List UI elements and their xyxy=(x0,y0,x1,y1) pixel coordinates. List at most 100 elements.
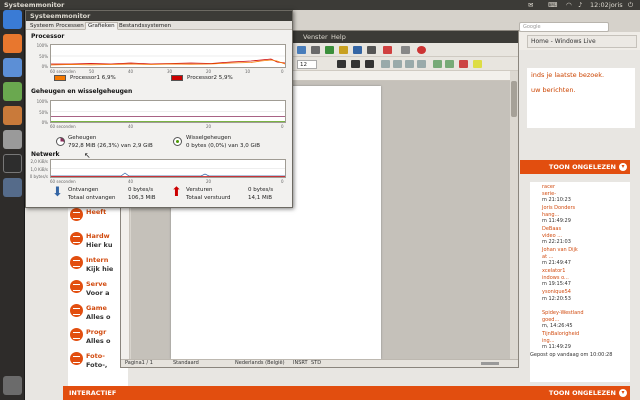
memory-pie-icon[interactable] xyxy=(56,137,65,146)
italic-icon[interactable] xyxy=(351,60,360,68)
download-arrow-icon[interactable]: ⬇ xyxy=(52,186,63,199)
category-title[interactable]: Game xyxy=(86,304,107,312)
recent-post-item[interactable]: DeBaas video ... m 22:21:03 xyxy=(542,226,640,246)
align-left-icon[interactable] xyxy=(381,60,390,68)
interactive-label: INTERACTIEF xyxy=(69,389,117,397)
help-icon[interactable] xyxy=(417,46,426,54)
category-title[interactable]: Foto- xyxy=(86,352,105,360)
sent-label: Versturen xyxy=(186,187,213,193)
font-size-box[interactable]: 12 xyxy=(297,60,317,69)
memory-value: 792,8 MiB (26,3%) van 2,9 GiB xyxy=(68,143,153,149)
clock[interactable]: 12:02 xyxy=(590,0,609,10)
firefox-icon[interactable] xyxy=(3,34,22,53)
category-title[interactable]: Serve xyxy=(86,280,107,288)
table-icon[interactable] xyxy=(311,46,320,54)
forum-icon xyxy=(70,328,83,341)
status-bar: Pagina1 / 1 Standaard Nederlands (België… xyxy=(121,359,518,367)
scroll-thumb[interactable] xyxy=(511,81,517,117)
mail-icon[interactable]: ✉ xyxy=(528,0,533,10)
justify-icon[interactable] xyxy=(417,60,426,68)
net-y-label: 2,0 KiB/s xyxy=(30,159,48,164)
cpu2-legend: Processor2 5,9% xyxy=(187,75,233,81)
draw-icon[interactable] xyxy=(339,46,348,54)
post-timestamp: m 11:49:29 xyxy=(542,344,571,350)
upload-arrow-icon[interactable]: ⬆ xyxy=(171,186,182,199)
category-title[interactable]: Intern xyxy=(86,256,108,264)
recent-post-item[interactable]: Gepost op vandaag om 10:00:28 xyxy=(530,352,630,359)
recent-post-item[interactable]: racer serie-m 21:10:23 xyxy=(542,184,640,204)
category-title[interactable]: Progr xyxy=(86,328,106,336)
chevron-down-icon[interactable]: ▾ xyxy=(619,389,627,397)
wifi-icon[interactable]: ◠ xyxy=(566,0,572,10)
highlight-icon[interactable] xyxy=(473,60,482,68)
swap-label: Wisselgeheugen xyxy=(186,135,232,141)
menu-help[interactable]: Help xyxy=(331,31,346,43)
font-color-icon[interactable] xyxy=(459,60,468,68)
cpu-x-label: 60 seconden xyxy=(50,69,76,74)
category-subtitle: Hier ku xyxy=(86,241,113,249)
language: Nederlands (België) xyxy=(235,360,285,366)
swap-pie-icon[interactable] xyxy=(173,137,182,146)
search-input[interactable]: Google xyxy=(519,22,609,32)
align-center-icon[interactable] xyxy=(393,60,402,68)
trash-icon[interactable] xyxy=(3,376,22,395)
chart-icon[interactable] xyxy=(297,46,306,54)
interactive-bar[interactable]: INTERACTIEF TOON ONGELEZEN ▾ xyxy=(63,386,630,400)
cpu-x-label: 10 xyxy=(245,69,251,74)
show-unread-link[interactable]: TOON ONGELEZEN xyxy=(549,160,616,174)
recent-post-item[interactable]: Johan van Dijk at ... m 21:49:47 xyxy=(542,247,640,267)
unread-bar[interactable]: TOON ONGELEZEN ▾ xyxy=(520,160,630,174)
category-title[interactable]: Heeft xyxy=(86,208,106,216)
cpu1-legend: Processor1 6,9% xyxy=(70,75,116,81)
user-name[interactable]: joris xyxy=(609,0,623,10)
tab-processen[interactable]: Processen xyxy=(53,22,87,30)
menu-venster[interactable]: Venster xyxy=(303,31,328,43)
underline-icon[interactable] xyxy=(365,60,374,68)
chevron-down-icon[interactable]: ▾ xyxy=(619,163,627,171)
terminal-icon[interactable] xyxy=(3,154,22,173)
active-window-title: Systeemmonitor xyxy=(4,1,65,9)
image-icon[interactable] xyxy=(325,46,334,54)
align-right-icon[interactable] xyxy=(405,60,414,68)
received-label: Ontvangen xyxy=(68,187,99,193)
cpu1-color-swatch[interactable] xyxy=(54,75,66,81)
zoom-icon[interactable] xyxy=(401,46,410,54)
tab-bestandssystemen[interactable]: Bestandssystemen xyxy=(116,22,174,30)
net-x-label: 60 seconden xyxy=(50,179,76,184)
navigator-icon[interactable] xyxy=(353,46,362,54)
show-unread-link-2[interactable]: TOON ONGELEZEN xyxy=(549,386,616,400)
cpu2-color-swatch[interactable] xyxy=(171,75,183,81)
forum-icon xyxy=(70,232,83,245)
tab-grafieken[interactable]: Grafieken xyxy=(85,22,118,30)
recent-post-item[interactable]: xcelator1 indows o... m 19:15:47 xyxy=(542,268,640,288)
numbering-icon[interactable] xyxy=(433,60,442,68)
settings-icon[interactable] xyxy=(3,130,22,149)
writer-icon[interactable] xyxy=(3,58,22,77)
calc-icon[interactable] xyxy=(3,82,22,101)
recent-post-item[interactable]: Spidey-Westland goed... m, 14:26:45 xyxy=(542,310,640,330)
recent-post-item[interactable]: TijnBalorigheid ing... m 11:49:29 xyxy=(542,331,640,351)
impress-icon[interactable] xyxy=(3,106,22,125)
pilcrow-icon[interactable] xyxy=(383,46,392,54)
system-monitor-icon[interactable] xyxy=(3,178,22,197)
bold-icon[interactable] xyxy=(337,60,346,68)
selection-mode: STD xyxy=(311,360,322,366)
vertical-scrollbar[interactable] xyxy=(510,71,518,359)
dash-home-icon[interactable] xyxy=(3,10,22,29)
cpu-history-plot xyxy=(50,55,286,66)
gallery-icon[interactable] xyxy=(367,46,376,54)
volume-icon[interactable]: ♪ xyxy=(578,0,582,10)
category-title[interactable]: Hardw xyxy=(86,232,110,240)
power-icon[interactable]: ⏻ xyxy=(628,0,633,10)
recent-post-item[interactable]: ysonique54 m 12:20:53 xyxy=(542,289,640,302)
recent-post-item[interactable]: Joris Donders hang... m 11:49:29 xyxy=(542,205,640,225)
bookmark-home-windows-live[interactable]: Home - Windows Live xyxy=(527,35,637,48)
bullets-icon[interactable] xyxy=(445,60,454,68)
sent-rate: 0 bytes/s xyxy=(248,187,274,193)
forum-icon xyxy=(70,256,83,269)
post-timestamp: m 19:15:47 xyxy=(542,281,571,287)
launcher xyxy=(0,10,25,400)
keyboard-icon[interactable]: ⌨ xyxy=(548,0,557,10)
net-x-label: 0 xyxy=(281,179,284,184)
zoom-slider[interactable] xyxy=(481,362,499,365)
